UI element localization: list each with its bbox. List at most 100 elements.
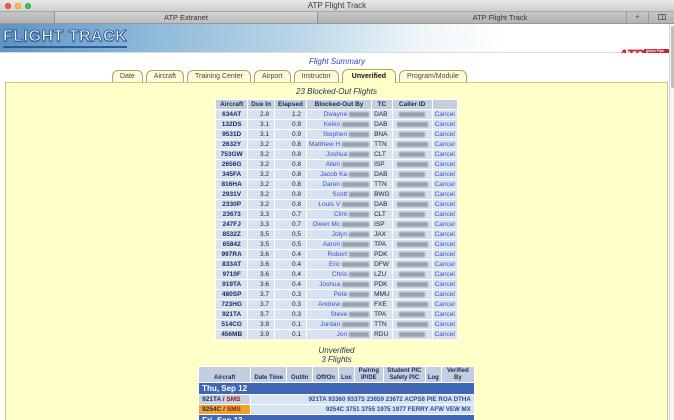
close-window-icon[interactable] [5, 3, 11, 9]
flight-aircraft-cell[interactable]: 9254C / SMS [199, 405, 251, 415]
aircraft-tail: 2330P [216, 200, 248, 210]
caller-id-cell [392, 110, 432, 120]
due-in-value: 3.9 [248, 330, 275, 340]
cancel-link[interactable]: Cancel [435, 111, 455, 118]
cancel-cell: Cancel [432, 200, 457, 210]
blocked-by-link[interactable]: Joshua [319, 281, 340, 288]
cancel-link[interactable]: Cancel [435, 251, 455, 258]
redaction-blur [349, 212, 369, 217]
elapsed-value: 0.9 [275, 130, 307, 140]
caller-id-cell [392, 150, 432, 160]
flight-aircraft-cell[interactable]: 921TA / SMS [199, 395, 251, 405]
cancel-link[interactable]: Cancel [435, 271, 455, 278]
redaction-blur [342, 182, 369, 187]
blocked-by-link[interactable]: Steve [330, 311, 347, 318]
cancel-link[interactable]: Cancel [435, 281, 455, 288]
cancel-link[interactable]: Cancel [435, 141, 455, 148]
cancel-link[interactable]: Cancel [435, 231, 455, 238]
cancel-cell: Cancel [432, 180, 457, 190]
zoom-window-icon[interactable] [25, 3, 31, 9]
due-in-value: 3.6 [248, 270, 275, 280]
tab-overview-button[interactable] [648, 12, 674, 23]
cancel-link[interactable]: Cancel [435, 301, 455, 308]
blocked-by-link[interactable]: Jacob Ka [320, 171, 347, 178]
blocked-by-link[interactable]: Dwayne [324, 111, 347, 118]
blocked-column-header: Caller ID [392, 100, 432, 110]
tab-instructor[interactable]: Instructor [294, 70, 339, 82]
tab-unverified[interactable]: Unverified [342, 69, 396, 83]
cancel-link[interactable]: Cancel [435, 121, 455, 128]
cancel-link[interactable]: Cancel [435, 191, 455, 198]
blocked-out-by-cell: Jolyn [306, 230, 371, 240]
unverified-column-header: Loc [339, 367, 355, 383]
tab-airport[interactable]: Airport [254, 70, 291, 82]
blocked-by-link[interactable]: Owen Mc [313, 221, 340, 228]
tab-date[interactable]: Date [112, 70, 143, 82]
caller-id-cell [392, 270, 432, 280]
browser-tab-extranet[interactable]: ATP Extranet [54, 12, 318, 23]
blocked-by-link[interactable]: Jolyn [332, 231, 347, 238]
cancel-link[interactable]: Cancel [435, 311, 455, 318]
unverified-table: AircraftDate TimeOut/InOff/OnLocPairing … [198, 366, 475, 420]
cancel-cell: Cancel [432, 300, 457, 310]
blocked-by-link[interactable]: Matthew H [309, 141, 340, 148]
redaction-blur [342, 162, 369, 167]
scrollbar[interactable] [669, 24, 674, 420]
tab-training-center[interactable]: Training Center [187, 70, 251, 82]
cancel-link[interactable]: Cancel [435, 201, 455, 208]
blocked-by-link[interactable]: Joshua [326, 151, 347, 158]
cancel-cell: Cancel [432, 190, 457, 200]
cancel-link[interactable]: Cancel [435, 241, 455, 248]
blocked-row: 247FJ3.30.7Owen McISPCancel [216, 220, 458, 230]
training-center-code: DFW [372, 260, 393, 270]
elapsed-value: 0.8 [275, 140, 307, 150]
due-in-value: 3.3 [248, 210, 275, 220]
blocked-out-by-cell: Clint [306, 210, 371, 220]
blocked-by-link[interactable]: Aaron [323, 241, 340, 248]
blocked-by-link[interactable]: Louis V [318, 201, 340, 208]
blocked-by-link[interactable]: Stephen [323, 131, 347, 138]
blocked-by-link[interactable]: Keiko [324, 121, 340, 128]
blocked-by-link[interactable]: Pete [334, 291, 347, 298]
cancel-link[interactable]: Cancel [435, 171, 455, 178]
cancel-link[interactable]: Cancel [435, 131, 455, 138]
redaction-blur [397, 282, 428, 287]
blocked-out-by-cell: Louis V [306, 200, 371, 210]
due-in-value: 3.1 [248, 130, 275, 140]
caller-id-cell [392, 330, 432, 340]
cancel-link[interactable]: Cancel [435, 331, 455, 338]
aircraft-tail: 456MB [216, 330, 248, 340]
browser-window: ATP Flight Track ATP Extranet ATP Flight… [0, 0, 674, 420]
elapsed-value: 0.8 [275, 180, 307, 190]
elapsed-value: 0.5 [275, 240, 307, 250]
caller-id-cell [392, 130, 432, 140]
cancel-link[interactable]: Cancel [435, 211, 455, 218]
blocked-by-link[interactable]: Eric [329, 261, 340, 268]
cancel-link[interactable]: Cancel [435, 321, 455, 328]
cancel-link[interactable]: Cancel [435, 261, 455, 268]
browser-tab-flight-track[interactable]: ATP Flight Track [360, 12, 640, 23]
cancel-link[interactable]: Cancel [435, 161, 455, 168]
blocked-by-link[interactable]: Clint [334, 211, 347, 218]
blocked-row: 2632Y3.20.8Matthew HTTNCancel [216, 140, 458, 150]
tab-program-module[interactable]: Program/Module [399, 70, 467, 82]
cancel-link[interactable]: Cancel [435, 151, 455, 158]
tab-aircraft[interactable]: Aircraft [146, 70, 184, 82]
aircraft-tail: 345FA [216, 170, 248, 180]
aircraft-tail: 2656G [216, 160, 248, 170]
redaction-blur [349, 292, 369, 297]
cancel-link[interactable]: Cancel [435, 181, 455, 188]
blocked-by-link[interactable]: Chris [332, 271, 347, 278]
blocked-by-link[interactable]: Robert [328, 251, 348, 258]
cancel-link[interactable]: Cancel [435, 221, 455, 228]
new-tab-button[interactable]: + [626, 12, 648, 23]
blocked-by-link[interactable]: Allen [326, 161, 340, 168]
minimize-window-icon[interactable] [15, 3, 21, 9]
redaction-blur [342, 302, 369, 307]
blocked-by-link[interactable]: Daren [322, 181, 340, 188]
blocked-by-link[interactable]: Jordan [320, 321, 340, 328]
blocked-by-link[interactable]: Andrew [318, 301, 340, 308]
blocked-by-link[interactable]: Jon [337, 331, 347, 338]
cancel-link[interactable]: Cancel [435, 291, 455, 298]
blocked-by-link[interactable]: Scott [332, 191, 347, 198]
